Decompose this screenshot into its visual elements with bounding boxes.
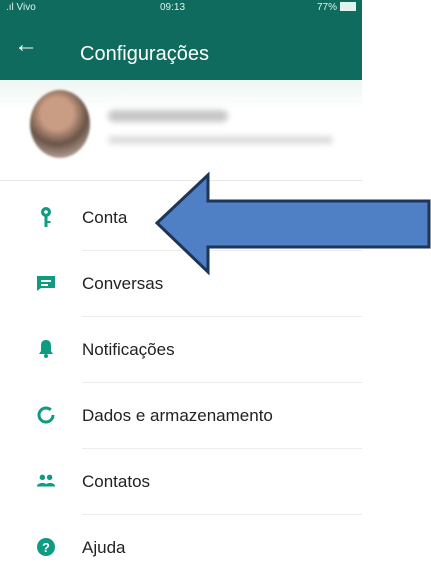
menu-label: Dados e armazenamento — [82, 406, 273, 425]
data-usage-icon — [36, 405, 56, 425]
profile-card[interactable] — [0, 80, 362, 181]
clock: 09:13 — [160, 2, 186, 13]
menu-label: Conta — [82, 208, 128, 227]
profile-name-blurred — [108, 110, 228, 122]
bell-icon — [36, 339, 56, 359]
svg-text:?: ? — [42, 540, 50, 555]
chat-icon — [36, 273, 56, 293]
profile-status-blurred — [108, 136, 333, 144]
back-arrow-icon[interactable]: ← — [14, 33, 38, 57]
carrier-label: .ıl Vivo — [6, 2, 36, 13]
app-header: ← Configurações — [0, 16, 362, 80]
help-icon: ? — [36, 537, 56, 557]
menu-label: Notificações — [82, 340, 175, 359]
menu-item-contatos[interactable]: Contatos — [0, 449, 362, 515]
menu-item-ajuda[interactable]: ? Ajuda — [0, 515, 362, 581]
status-bar: .ıl Vivo 09:13 77% — [0, 0, 362, 16]
menu-item-notificacoes[interactable]: Notificações — [0, 317, 362, 383]
menu-label: Ajuda — [82, 538, 126, 557]
avatar[interactable] — [30, 90, 90, 158]
page-title: Configurações — [80, 43, 209, 65]
contacts-icon — [36, 471, 56, 491]
menu-item-dados-armazenamento[interactable]: Dados e armazenamento — [0, 383, 362, 449]
menu-label: Contatos — [82, 472, 151, 491]
pointer-arrow — [154, 171, 431, 276]
key-icon — [36, 207, 56, 227]
battery-percent: 77% — [316, 2, 337, 13]
battery-indicator: 77% — [316, 1, 356, 13]
battery-icon — [340, 1, 356, 11]
